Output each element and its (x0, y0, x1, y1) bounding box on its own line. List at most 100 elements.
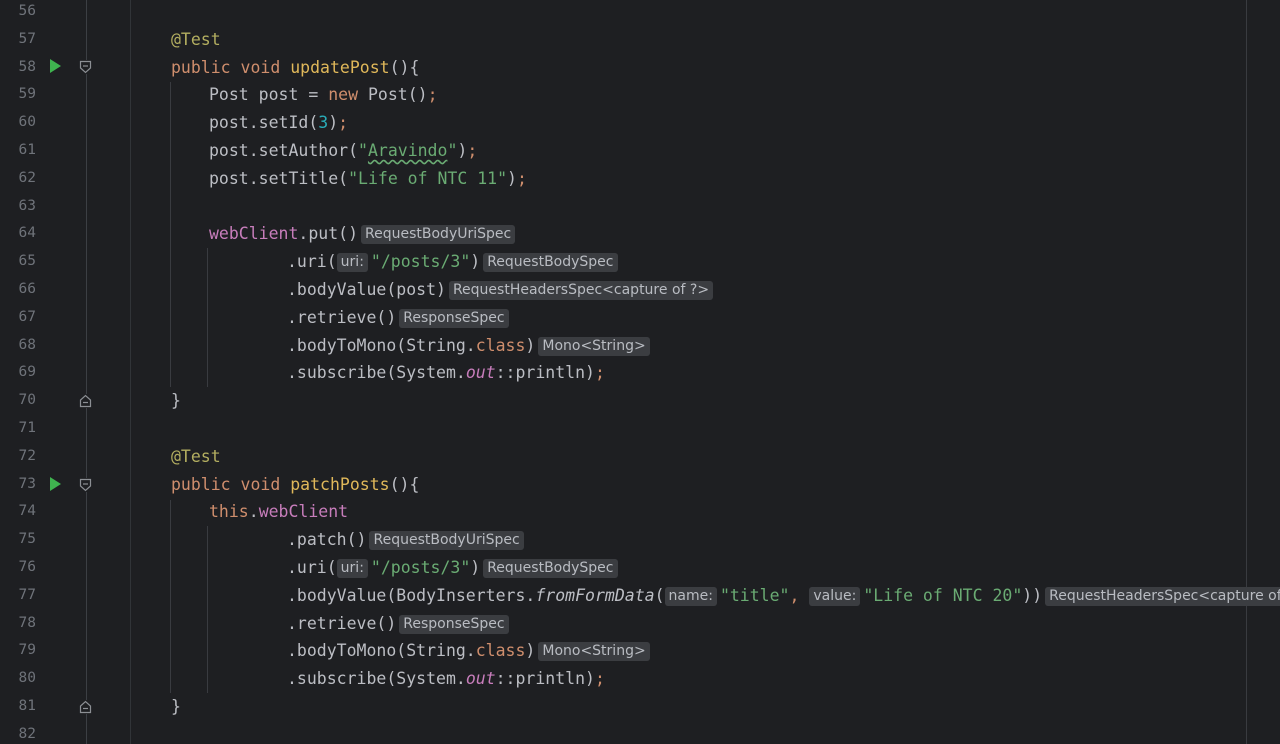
code-text: ( (654, 585, 665, 605)
keyword-token: class (475, 335, 526, 355)
code-line-72[interactable]: @Test (171, 443, 221, 471)
keyword-token: public (171, 57, 231, 77)
line-number: 76 (18, 559, 36, 575)
parameter-inlay-hint[interactable]: uri: (336, 559, 368, 578)
fold-end-icon[interactable] (79, 700, 92, 714)
type-inlay-hint[interactable]: RequestHeadersSpec<capture of ?> (448, 281, 714, 300)
code-text: .bodyValue(BodyInserters. (287, 585, 536, 605)
keyword-token: class (475, 641, 526, 661)
code-line-76[interactable]: .uri(uri: "/posts/3") RequestBodySpec (287, 554, 618, 582)
code-editor[interactable]: 56 57 58 59 60 61 62 63 64 65 66 67 68 6… (0, 0, 1280, 744)
line-number: 67 (18, 308, 36, 325)
code-text: .put() (298, 224, 359, 244)
code-line-73[interactable]: public void patchPosts(){ (171, 471, 419, 499)
keyword-token: void (240, 57, 281, 77)
code-line-78[interactable]: .retrieve() ResponseSpec (287, 610, 509, 638)
keyword-token: this (209, 502, 249, 522)
code-line-69[interactable]: .subscribe(System.out::println); (287, 359, 605, 387)
code-line-74[interactable]: this.webClient (209, 498, 348, 526)
number-token: 3 (318, 113, 329, 133)
code-line-75[interactable]: .patch() RequestBodyUriSpec (287, 526, 524, 554)
parameter-inlay-hint[interactable]: uri: (336, 253, 368, 273)
line-number: 57 (18, 30, 36, 47)
string-token: "Life of NTC 11" (348, 168, 508, 188)
type-inlay-hint[interactable]: RequestBodySpec (483, 253, 618, 273)
line-number: 64 (18, 225, 36, 242)
line-number: 69 (18, 364, 36, 381)
code-line-68[interactable]: .bodyToMono(String.class) Mono<String> (287, 332, 650, 360)
code-line-62[interactable]: post.setTitle("Life of NTC 11"); (209, 165, 527, 193)
code-line-66[interactable]: .bodyValue(post) RequestHeadersSpec<captu… (287, 276, 714, 304)
line-number: 66 (18, 281, 36, 297)
type-inlay-hint[interactable]: Mono<String> (538, 336, 650, 356)
code-text: .retrieve() (287, 307, 397, 327)
type-inlay-hint[interactable]: RequestBodyUriSpec (361, 225, 516, 245)
line-number: 71 (18, 420, 36, 436)
line-number: 62 (18, 169, 36, 186)
method-name-token: updatePost (290, 57, 390, 77)
code-text: ) (457, 141, 468, 160)
type-inlay-hint[interactable]: ResponseSpec (399, 308, 509, 328)
code-line-64[interactable]: webClient.put() RequestBodyUriSpec (209, 220, 516, 248)
line-number: 70 (18, 392, 36, 409)
static-method-token: fromFormData (535, 585, 655, 605)
fold-guide-line (86, 0, 87, 744)
code-text: . (248, 502, 259, 522)
code-line-65[interactable]: .uri(uri: "/posts/3") RequestBodySpec (287, 248, 618, 276)
field-token: webClient (209, 224, 299, 244)
code-text: ) (470, 252, 481, 272)
code-text: ) (328, 113, 339, 133)
type-inlay-hint[interactable]: Mono<String> (538, 642, 650, 662)
code-line-59[interactable]: Post post = new Post(); (209, 81, 438, 109)
code-line-70[interactable]: } (171, 387, 181, 415)
line-number: 59 (18, 86, 36, 103)
type-inlay-hint[interactable]: RequestBodyUriSpec (369, 531, 524, 551)
fold-collapse-icon[interactable] (79, 60, 92, 74)
indent-guide (207, 248, 208, 387)
code-text: .subscribe(System. (287, 363, 466, 383)
code-line-61[interactable]: post.setAuthor("Aravindo"); (209, 137, 477, 165)
code-line-79[interactable]: .bodyToMono(String.class) Mono<String> (287, 637, 650, 665)
comma-token: , (789, 585, 810, 605)
field-token: webClient (258, 502, 349, 522)
code-line-80[interactable]: .subscribe(System.out::println); (287, 665, 605, 693)
line-number: 56 (18, 3, 36, 19)
code-line-77[interactable]: .bodyValue(BodyInserters.fromFormData(na… (287, 582, 1280, 610)
run-test-icon[interactable] (50, 477, 61, 491)
type-inlay-hint[interactable]: ResponseSpec (399, 614, 509, 634)
type-inlay-hint[interactable]: RequestBodySpec (483, 559, 618, 578)
semicolon-token: ; (427, 85, 438, 105)
annotation-token: @Test (171, 29, 221, 49)
code-line-57[interactable]: @Test (171, 26, 221, 54)
code-text: .patch() (287, 530, 367, 550)
code-line-81[interactable]: } (171, 693, 181, 721)
line-number: 65 (18, 253, 36, 270)
method-name-token: patchPosts (290, 474, 390, 494)
parameter-inlay-hint[interactable]: name: (664, 586, 717, 606)
line-number: 75 (18, 531, 36, 548)
line-number: 78 (18, 614, 36, 631)
string-token: " (358, 141, 368, 160)
type-inlay-hint[interactable]: RequestHeadersSpec<capture of ?> (1045, 586, 1280, 606)
indent-guide (170, 82, 171, 387)
semicolon-token: ; (467, 141, 478, 160)
keyword-token: public (171, 474, 231, 494)
parameter-inlay-hint[interactable]: value: (809, 586, 861, 606)
code-line-58[interactable]: public void updatePost(){ (171, 54, 419, 82)
line-number: 82 (18, 725, 36, 742)
indent-guide (207, 526, 208, 693)
fold-end-icon[interactable] (79, 394, 92, 408)
code-text: ::println) (495, 363, 595, 383)
semicolon-token: ; (516, 168, 527, 188)
string-token: "/posts/3" (370, 558, 471, 577)
code-text: Post post = (209, 85, 329, 105)
code-line-60[interactable]: post.setId(3); (209, 109, 348, 137)
code-line-67[interactable]: .retrieve() ResponseSpec (287, 304, 509, 332)
fold-collapse-icon[interactable] (79, 478, 92, 492)
line-number: 79 (18, 642, 36, 659)
code-text: .retrieve() (287, 613, 397, 633)
code-text: )) (1022, 585, 1043, 605)
line-number: 74 (18, 503, 36, 520)
run-test-icon[interactable] (50, 59, 61, 73)
line-number: 72 (18, 447, 36, 464)
